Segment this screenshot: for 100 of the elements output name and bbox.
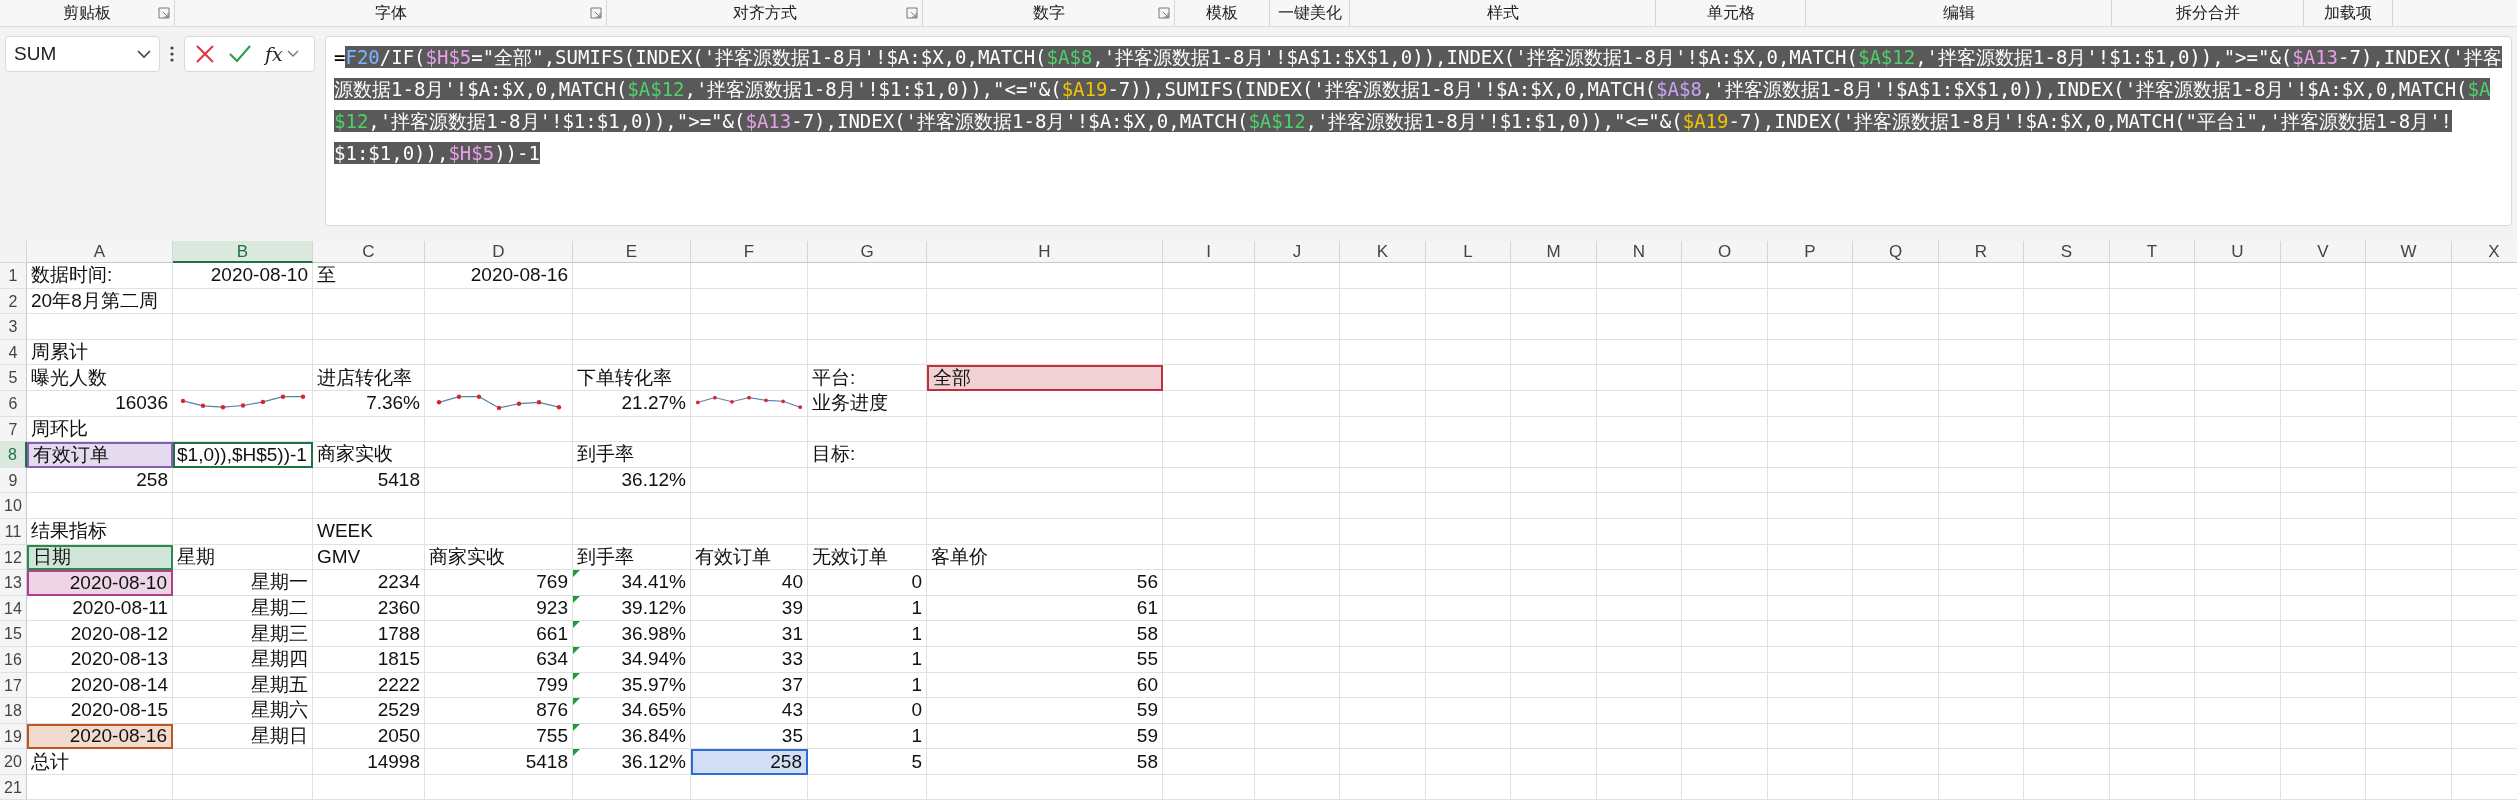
cell[interactable]: 799: [425, 672, 573, 699]
cell[interactable]: 58: [927, 749, 1163, 775]
cell[interactable]: 2234: [313, 570, 425, 596]
cell[interactable]: 结果指标: [27, 518, 173, 545]
cell[interactable]: 60: [927, 672, 1163, 699]
cell[interactable]: 星期一: [173, 570, 313, 596]
cell[interactable]: 34.65%: [573, 698, 691, 724]
cell[interactable]: 34.94%: [573, 646, 691, 673]
cell[interactable]: 无效订单: [808, 544, 927, 571]
cell[interactable]: 634: [425, 646, 573, 673]
row-header[interactable]: 14: [0, 595, 27, 622]
column-header[interactable]: D: [425, 241, 573, 263]
cell[interactable]: 876: [425, 698, 573, 724]
cell[interactable]: 星期三: [173, 621, 313, 647]
cell[interactable]: 39: [691, 595, 808, 622]
cell[interactable]: 755: [425, 723, 573, 750]
column-header[interactable]: H: [927, 241, 1163, 263]
cell[interactable]: WEEK: [313, 518, 425, 545]
error-indicator-icon[interactable]: [573, 570, 580, 578]
formula-field[interactable]: =F20/IF($H$5="全部",SUMIFS(INDEX('拌客源数据1-8月'!$A:$X,0,MATCH($A$8,'拌客源数据1-8月'!$A$1:$X$1,0)),INDEX('拌客源数据1-8月'!$A:$X,0,MATCH($A$12,'拌客源数据1-8月'!$1:$1,0)),">="&($A13-7),INDEX('拌客源数据1-8月'!$A:$X,0,MATCH($A$12,'拌客源数据1-8月'!$1:$1,0)),"<="&($A19-7)),SUMIFS(INDEX('拌客源数据1-8月'!$A:$X,0,MATCH($A$8,'拌客源数据1-8月'!$A$1:$X$1,0)),INDEX('拌客源数据1-8月'!$A:$X,0,MATCH($A$12,'拌客源数据1-8月'!$1:$1,0)),">="&($A13-7),INDEX('拌客源数据1-8月'!$A:$X,0,MATCH($A$12,'拌客源数据1-8月'!$1:$1,0)),"<="&($A19-7),INDEX('拌客源数据1-8月'!$A:$X,0,MATCH("平台i",'拌客源数据1-8月'!$1:$1,0)),$H$5))-1: [325, 36, 2512, 226]
column-header[interactable]: P: [1768, 241, 1853, 263]
cell[interactable]: 21.27%: [573, 390, 691, 417]
column-header[interactable]: W: [2366, 241, 2452, 263]
row-header[interactable]: 17: [0, 672, 27, 699]
column-header[interactable]: V: [2281, 241, 2366, 263]
cell[interactable]: 59: [927, 698, 1163, 724]
column-header[interactable]: X: [2452, 241, 2517, 263]
row-header[interactable]: 9: [0, 467, 27, 494]
cancel-icon[interactable]: [195, 44, 215, 64]
cell[interactable]: 到手率: [573, 544, 691, 571]
cell[interactable]: 769: [425, 570, 573, 596]
cell[interactable]: 33: [691, 646, 808, 673]
cell[interactable]: 5: [808, 749, 927, 775]
cell[interactable]: 31: [691, 621, 808, 647]
error-indicator-icon[interactable]: [573, 621, 580, 629]
dialog-launcher-icon[interactable]: [590, 7, 602, 19]
column-header[interactable]: G: [808, 241, 927, 263]
cell[interactable]: 数据时间:: [27, 263, 173, 289]
cell[interactable]: 星期二: [173, 595, 313, 622]
error-indicator-icon[interactable]: [573, 646, 580, 654]
cell[interactable]: 43: [691, 698, 808, 724]
name-box[interactable]: SUM: [5, 36, 160, 72]
check-icon[interactable]: [229, 45, 251, 63]
cell[interactable]: 7.36%: [313, 390, 425, 417]
cell[interactable]: 1788: [313, 621, 425, 647]
cell[interactable]: 有效订单: [691, 544, 808, 571]
row-header[interactable]: 4: [0, 339, 27, 366]
cell[interactable]: 2020-08-16: [425, 263, 573, 289]
cell[interactable]: 2360: [313, 595, 425, 622]
column-header[interactable]: S: [2024, 241, 2110, 263]
cell[interactable]: 923: [425, 595, 573, 622]
row-header[interactable]: 3: [0, 314, 27, 340]
cell[interactable]: 35.97%: [573, 672, 691, 699]
cell[interactable]: 2020-08-11: [27, 595, 173, 622]
cell[interactable]: 进店转化率: [313, 365, 425, 391]
row-header[interactable]: 13: [0, 570, 27, 596]
cell[interactable]: 到手率: [573, 442, 691, 468]
insert-function-button[interactable]: fx: [265, 43, 299, 65]
cell[interactable]: 2020-08-15: [27, 698, 173, 724]
cell[interactable]: 39.12%: [573, 595, 691, 622]
cell[interactable]: 2050: [313, 723, 425, 750]
cell[interactable]: 星期四: [173, 646, 313, 673]
highlighted-cell[interactable]: 日期: [27, 544, 173, 571]
row-header[interactable]: 12: [0, 544, 27, 571]
row-header[interactable]: 6: [0, 390, 27, 417]
row-header[interactable]: 19: [0, 723, 27, 750]
cell[interactable]: 59: [927, 723, 1163, 750]
error-indicator-icon[interactable]: [573, 749, 580, 757]
highlighted-cell[interactable]: 2020-08-10: [27, 570, 173, 596]
active-cell[interactable]: $1,0)),$H$5))-1: [173, 442, 313, 468]
cell[interactable]: 1: [808, 672, 927, 699]
column-header[interactable]: K: [1340, 241, 1426, 263]
cell[interactable]: 星期五: [173, 672, 313, 699]
cell[interactable]: 0: [808, 570, 927, 596]
highlighted-cell[interactable]: 有效订单: [27, 442, 173, 468]
cell[interactable]: 5418: [425, 749, 573, 775]
error-indicator-icon[interactable]: [573, 595, 580, 603]
row-header[interactable]: 1: [0, 263, 27, 289]
error-indicator-icon[interactable]: [573, 723, 580, 731]
error-indicator-icon[interactable]: [573, 698, 580, 706]
row-header[interactable]: 20: [0, 749, 27, 775]
cell[interactable]: 2020-08-13: [27, 646, 173, 673]
cell[interactable]: 34.41%: [573, 570, 691, 596]
row-header[interactable]: 15: [0, 621, 27, 647]
column-header[interactable]: I: [1163, 241, 1255, 263]
row-header[interactable]: 18: [0, 698, 27, 724]
error-indicator-icon[interactable]: [573, 672, 580, 680]
dialog-launcher-icon[interactable]: [906, 7, 918, 19]
cell[interactable]: 曝光人数: [27, 365, 173, 391]
cell[interactable]: 星期六: [173, 698, 313, 724]
cell[interactable]: 2529: [313, 698, 425, 724]
cell[interactable]: 1: [808, 723, 927, 750]
cell[interactable]: 商家实收: [313, 442, 425, 468]
column-header[interactable]: B: [173, 241, 313, 263]
dialog-launcher-icon[interactable]: [1158, 7, 1170, 19]
column-header[interactable]: R: [1939, 241, 2024, 263]
cell[interactable]: 星期日: [173, 723, 313, 750]
cell[interactable]: 36.12%: [573, 467, 691, 494]
cell[interactable]: 36.84%: [573, 723, 691, 750]
cell[interactable]: 61: [927, 595, 1163, 622]
